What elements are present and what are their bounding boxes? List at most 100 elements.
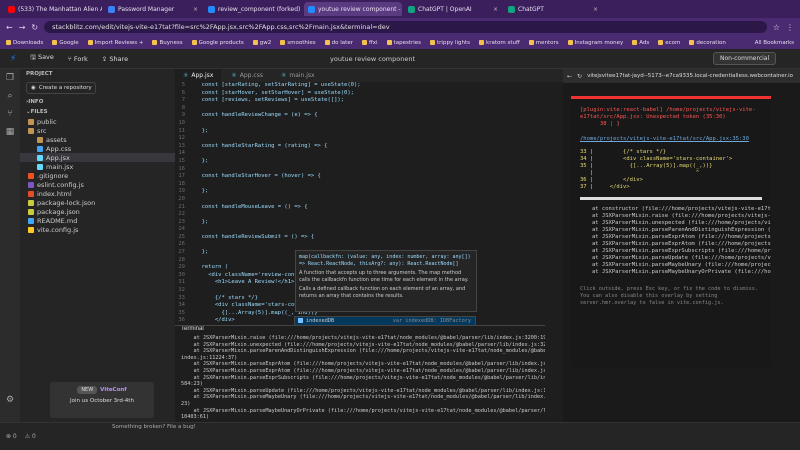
folder-icon (37, 136, 43, 143)
browser-tab[interactable]: youtue review component - St× (304, 2, 402, 16)
viteconf-promo[interactable]: NEW ViteConf Join us October 3rd-4th (50, 382, 154, 418)
file-name: package.json (37, 207, 80, 216)
line-number: 25 (178, 233, 185, 240)
file-tree-item[interactable]: App.css (20, 144, 175, 153)
file-tree-item[interactable]: vite.config.js (20, 225, 175, 234)
bookmark-item[interactable]: Google (52, 40, 79, 46)
error-file-link[interactable]: /home/projects/vitejs-vite-e17tat/src/Ap… (580, 136, 762, 143)
bookmark-item[interactable]: Downloads (6, 40, 43, 46)
fork-button[interactable]: ⑂ Fork (68, 55, 88, 63)
code-line: 7 const [reviews, setReviews] = useState… (175, 97, 545, 105)
folder-icon (528, 40, 534, 45)
line-number: 7 (181, 97, 185, 104)
browser-tab[interactable]: Password Manager × (104, 2, 202, 16)
files-icon[interactable]: ❐ (6, 73, 14, 83)
file-name: index.html (37, 189, 72, 198)
bookmark-item[interactable]: tapestries (386, 40, 421, 46)
hover-description-2: Calls a defined callback function on eac… (299, 286, 466, 299)
bookmark-label: ffxi (368, 39, 378, 46)
warning-count-icon[interactable]: ⚠ 0 (25, 433, 36, 440)
bookmark-item[interactable]: Instagram money (567, 39, 624, 46)
files-section-title[interactable]: ⌄ FILES (20, 107, 175, 117)
address-bar[interactable]: stackblitz.com/edit/vitejs-vite-e17tat?f… (44, 21, 767, 33)
file-tree-item[interactable]: public (20, 117, 175, 126)
bookmark-item[interactable]: Buyness (152, 39, 183, 46)
folder-icon (6, 40, 11, 45)
file-tree-item[interactable]: src (20, 126, 175, 135)
terminal-title: Terminal (181, 326, 204, 332)
bookmark-item[interactable]: gw2 (252, 40, 271, 46)
source-control-icon[interactable]: ⑂ (7, 109, 12, 119)
file-tree-item[interactable]: index.html (20, 189, 175, 198)
file-tree-item[interactable]: README.md (20, 216, 175, 225)
file-name: assets (46, 135, 67, 144)
stackblitz-logo-icon[interactable]: ⚡ (10, 54, 16, 64)
bookmark-item[interactable]: mentors (528, 40, 559, 46)
bookmark-item[interactable]: Ads (632, 40, 649, 46)
non-commercial-badge[interactable]: Non-commercial (713, 52, 777, 65)
hover-signature: map(callbackfn: (value: any, index: numb… (299, 254, 471, 267)
browser-tab[interactable]: (533) The Manhattan Alien Abd× (4, 2, 102, 16)
preview-back-icon[interactable]: ← (567, 73, 572, 80)
tab-close-icon[interactable]: × (193, 6, 198, 13)
suggestion-item[interactable]: indexedDB var indexedDB: IDBFactory (295, 317, 475, 325)
all-bookmarks[interactable]: All Bookmarks (755, 40, 794, 46)
share-button[interactable]: ⇪ Share (102, 55, 128, 63)
star-icon[interactable]: ☆ (773, 23, 780, 32)
bookmark-label: Buyness (159, 39, 183, 46)
search-icon[interactable]: ⌕ (7, 91, 12, 101)
vite-error-overlay[interactable]: [plugin:vite:react-babel] /home/projects… (571, 96, 771, 367)
bookmark-label: trippy lights (437, 39, 471, 46)
preview-reload-icon[interactable]: ↻ (577, 73, 582, 80)
browser-tab[interactable]: ChatGPT | OpenAI × (404, 2, 502, 16)
settings-icon[interactable]: ⚙ (6, 395, 14, 405)
create-repository-button[interactable]: ◉ Create a repository (26, 82, 96, 94)
file-tree-item[interactable]: App.jsx (20, 153, 175, 162)
bookmark-item[interactable]: trippy lights (430, 40, 470, 46)
line-number: 15 (178, 157, 185, 164)
code-line: 19 }; (175, 188, 545, 196)
error-title: [plugin:vite:react-babel] /home/projects… (580, 107, 756, 120)
info-section-title[interactable]: › INFO (20, 97, 175, 107)
tab-close-icon[interactable]: × (493, 6, 498, 13)
terminal-panel[interactable]: Terminal at JSXParserMixin.raise (file:/… (175, 325, 545, 422)
save-button[interactable]: 🖫 Save (30, 53, 54, 64)
file-tree-item[interactable]: main.jsx (20, 162, 175, 171)
bookmark-item[interactable]: do later (324, 40, 353, 46)
extensions-icon[interactable]: ▦ (6, 127, 15, 137)
file-bug-link[interactable]: Something broken? File a bug! (112, 424, 196, 430)
bookmark-item[interactable]: smoothies (280, 40, 316, 46)
tab-close-icon[interactable]: × (593, 6, 598, 13)
file-tree-item[interactable]: eslint.config.js (20, 180, 175, 189)
forward-icon[interactable]: → (19, 23, 26, 32)
bookmark-item[interactable]: Google products (191, 40, 244, 46)
react-file-icon: ⚛ (280, 72, 287, 79)
file-tree-item[interactable]: package-lock.json (20, 198, 175, 207)
code-line: 24 (175, 226, 545, 234)
code-frame-line: 37 | </div> (580, 184, 630, 190)
browser-tab[interactable]: ChatGPT × (504, 2, 602, 16)
reload-icon[interactable]: ↻ (31, 23, 38, 32)
file-name: main.jsx (46, 162, 74, 171)
editor-tab[interactable]: ⚛ main.jsx (273, 69, 323, 82)
file-tree-item[interactable]: assets (20, 135, 175, 144)
bookmark-item[interactable]: decoration (689, 40, 726, 46)
bookmark-item[interactable]: Import Reviews + (87, 40, 143, 46)
browser-tab[interactable]: review_component (forked) -× (204, 2, 302, 16)
line-number: 21 (178, 203, 185, 210)
menu-icon[interactable]: ⋮ (786, 23, 794, 32)
preview-url[interactable]: vitejsvitee17tat-jayd--5173--e7ca9335.lo… (587, 73, 800, 79)
file-tree-item[interactable]: .gitignore (20, 171, 175, 180)
bookmark-item[interactable]: ffxi (361, 39, 378, 46)
file-icon (28, 181, 34, 188)
error-count-icon[interactable]: ⊗ 0 (6, 433, 17, 440)
bookmark-item[interactable]: kratom stuff (479, 40, 520, 46)
bookmark-label: Instagram money (574, 39, 624, 46)
editor-tab[interactable]: ⚛ App.css (223, 69, 271, 82)
bookmark-item[interactable]: ecom (658, 40, 680, 46)
file-name: App.css (46, 144, 72, 153)
back-icon[interactable]: ← (6, 23, 13, 32)
stack-line: at JSXParserMixin.raise (file:///home/pr… (592, 213, 771, 219)
file-tree-item[interactable]: package.json (20, 207, 175, 216)
editor-tab[interactable]: ⚛ App.jsx (175, 69, 222, 82)
